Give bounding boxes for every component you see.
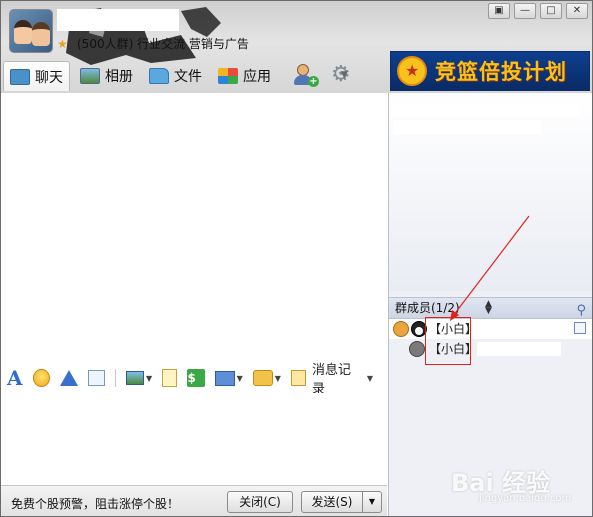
member-nickname [477,342,561,356]
tab-files[interactable]: 文件 [143,62,208,90]
announcement-line [391,105,579,117]
red-packet-icon[interactable]: $ [187,369,205,387]
chat-tabs: 聊天 相册 文件 应用 [3,61,281,91]
promo-link[interactable]: 免费个股预警，阻击涨停个股！ [11,495,179,512]
settings-menu[interactable]: ⚙ ▼ [331,64,351,86]
tab-label: 相册 [105,69,133,85]
tab-chat[interactable]: 聊天 [3,61,70,91]
group-name [57,9,179,31]
bottom-bar: 免费个股预警，阻击涨停个股！ 关闭(C) 发送(S) ▼ [1,485,387,516]
minimize-button[interactable]: — [514,3,536,19]
watermark-url: jingyan.baidu.com [479,493,572,504]
shake-button[interactable]: ▼ [252,368,281,388]
chevron-down-icon: ▼ [366,373,373,383]
tab-label: 应用 [243,69,271,85]
font-icon[interactable]: A [7,366,23,390]
emoji-icon[interactable] [32,369,50,387]
folder-icon [149,68,169,84]
group-description: (500人群) 行业交流 营销与广告 [77,37,249,51]
right-panel: 群成员(1/2) ▲ ▼ ⚲ 【小白】 【小白】 [388,93,592,516]
search-icon[interactable]: ⚲ [576,301,586,321]
maximize-button[interactable]: □ [540,3,562,19]
member-nickname [477,322,565,336]
chevron-down-icon: ▼ [340,70,348,80]
note-icon[interactable] [162,369,178,387]
group-avatar[interactable] [9,9,53,53]
history-icon [290,370,307,386]
ad-banner-text: 竞篮倍投计划 [435,60,567,84]
magic-expression-icon[interactable] [59,370,78,386]
chevron-down-icon: ▼ [274,373,281,383]
tab-apps[interactable]: 应用 [212,62,277,90]
album-icon [80,68,100,84]
message-history-label: 消息记录 [312,363,352,397]
send-button[interactable]: 发送(S) [301,491,363,513]
list-item[interactable]: 【小白】 [389,339,592,359]
sort-icon[interactable]: ▲ ▼ [485,300,492,316]
apps-icon [218,68,238,84]
tab-label: 文件 [174,69,202,85]
toolbar-divider [115,369,116,387]
message-history-button[interactable]: 消息记录 ▼ [290,363,373,397]
window-controls: ▣ — □ ✕ [488,3,588,19]
input-toolbar: A ▼ $ ▼ ▼ 消息记录 ▼ [3,363,383,397]
chevron-down-icon: ▼ [145,373,153,383]
qq-offline-icon [409,341,425,357]
annotation-highlight-box [425,317,471,365]
image-icon [125,371,144,385]
group-announcement[interactable] [389,93,592,291]
screenshot-button[interactable]: ▼ [214,368,243,388]
announcement-line [393,120,541,134]
chat-message-area[interactable] [3,93,383,361]
list-item[interactable]: 【小白】 [389,319,592,339]
star-icon: ★ [57,37,68,51]
screenshot-icon [214,370,235,386]
chat-icon [10,68,30,85]
message-input[interactable] [3,393,383,485]
tab-album[interactable]: 相册 [74,62,139,90]
members-count-label: 群成员(1/2) [395,301,460,315]
edit-icon[interactable] [574,322,586,334]
qq-group-chat-window: ★ (500人群) 行业交流 营销与广告 ▣ — □ ✕ 聊天 相册 文件 应用… [0,0,593,517]
window-header: ★ (500人群) 行业交流 营销与广告 ▣ — □ ✕ 聊天 相册 文件 应用… [1,1,592,93]
close-window-button[interactable]: ✕ [566,3,588,19]
image-button[interactable]: ▼ [125,368,153,388]
ad-banner[interactable]: 竞篮倍投计划 [390,51,590,91]
add-member-icon[interactable]: + [293,64,319,87]
handwriting-icon[interactable] [87,370,105,386]
tab-label: 聊天 [35,69,63,86]
header-extra-actions: + ⚙ ▼ [293,64,351,87]
close-button[interactable]: 关闭(C) [227,491,293,513]
chevron-down-icon: ▼ [236,373,243,383]
send-options-button[interactable]: ▼ [362,491,382,513]
members-header: 群成员(1/2) ▲ ▼ ⚲ [389,297,592,319]
skin-button[interactable]: ▣ [488,3,510,19]
ad-logo-icon [397,56,427,86]
shake-icon [252,370,273,386]
owner-icon [393,321,409,337]
